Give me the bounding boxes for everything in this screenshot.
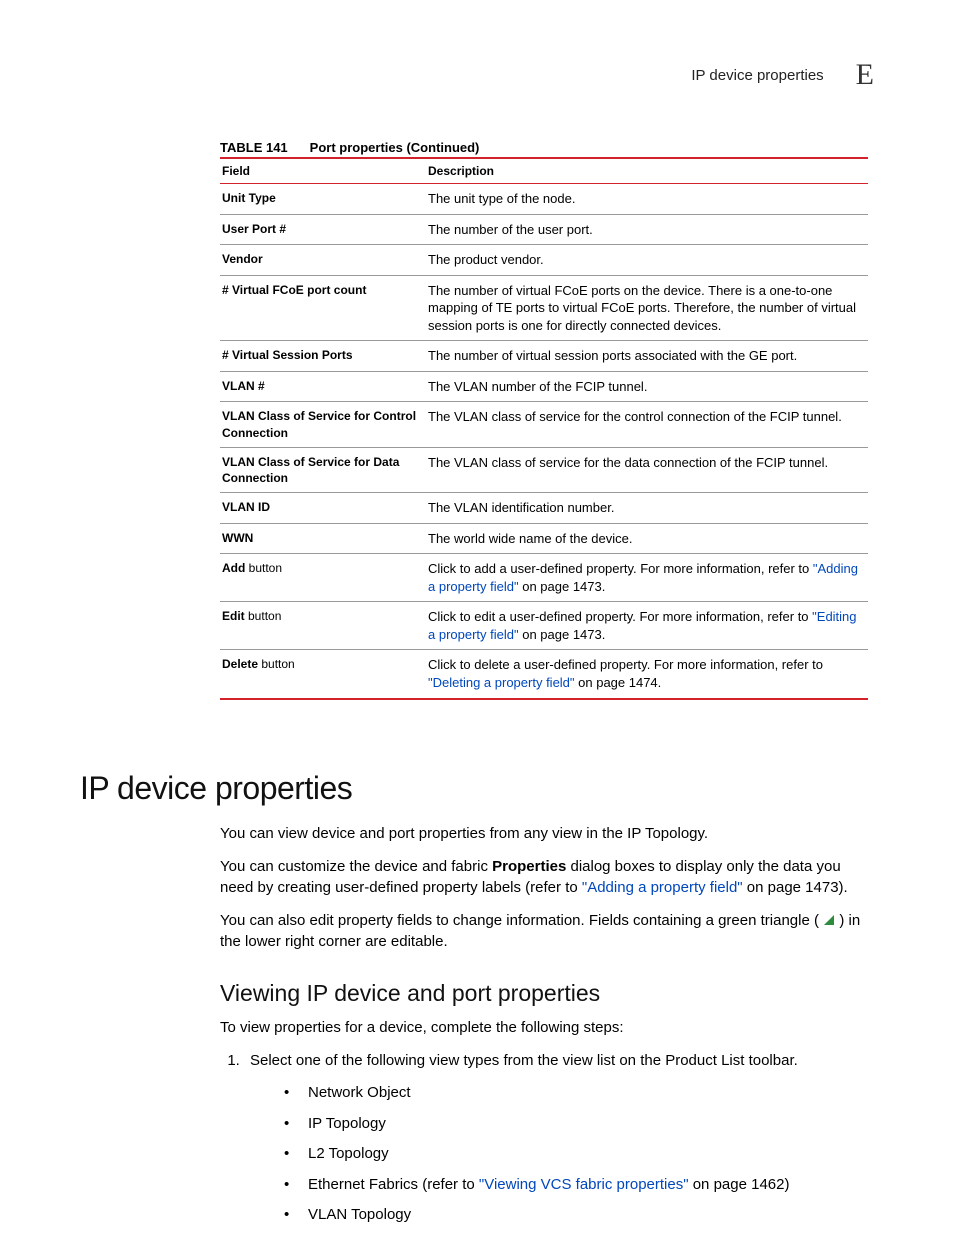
list-item: Network Object: [284, 1082, 874, 1105]
field-desc: The VLAN identification number.: [426, 493, 868, 524]
table-row: # Virtual FCoE port count The number of …: [220, 275, 868, 341]
field-desc: The number of virtual session ports asso…: [426, 341, 868, 372]
field-desc: The number of virtual FCoE ports on the …: [426, 275, 868, 341]
header-title: IP device properties: [691, 67, 823, 84]
view-types-list: Network Object IP Topology L2 Topology E…: [284, 1082, 874, 1227]
port-properties-table: Field Description Unit Type The unit typ…: [220, 157, 868, 700]
table-number: TABLE 141: [220, 140, 288, 155]
table-row: Delete button Click to delete a user-def…: [220, 650, 868, 699]
appendix-letter: E: [856, 58, 874, 92]
field-desc: The product vendor.: [426, 245, 868, 276]
steps-list: Select one of the following view types f…: [220, 1050, 874, 1227]
table-row: VLAN Class of Service for Data Connectio…: [220, 447, 868, 492]
table-row: VLAN ID The VLAN identification number.: [220, 493, 868, 524]
field-desc: The VLAN class of service for the data c…: [426, 447, 868, 492]
field-label: Add button: [220, 554, 426, 602]
field-label: Edit button: [220, 602, 426, 650]
table-row: VLAN Class of Service for Control Connec…: [220, 402, 868, 447]
field-label: Vendor: [220, 245, 426, 276]
body-paragraph: You can view device and port properties …: [220, 823, 874, 844]
list-item: L2 Topology: [284, 1143, 874, 1166]
table-row: Vendor The product vendor.: [220, 245, 868, 276]
field-desc: Click to edit a user-defined property. F…: [426, 602, 868, 650]
table-header-row: Field Description: [220, 158, 868, 184]
table-row: # Virtual Session Ports The number of vi…: [220, 341, 868, 372]
table-row: Add button Click to add a user-defined p…: [220, 554, 868, 602]
field-desc: The number of the user port.: [426, 214, 868, 245]
link-deleting-property[interactable]: "Deleting a property field": [428, 675, 575, 690]
field-desc: The world wide name of the device.: [426, 523, 868, 554]
col-description: Description: [426, 158, 868, 184]
field-label: VLAN #: [220, 371, 426, 402]
field-desc: The VLAN number of the FCIP tunnel.: [426, 371, 868, 402]
table-row: Unit Type The unit type of the node.: [220, 184, 868, 215]
field-desc: The VLAN class of service for the contro…: [426, 402, 868, 447]
table-row: Edit button Click to edit a user-defined…: [220, 602, 868, 650]
table-caption: TABLE 141 Port properties (Continued): [220, 140, 874, 155]
list-item: VLAN Topology: [284, 1204, 874, 1227]
body-paragraph: To view properties for a device, complet…: [220, 1017, 874, 1038]
link-vcs-fabric[interactable]: "Viewing VCS fabric properties": [479, 1176, 689, 1193]
field-label: VLAN Class of Service for Control Connec…: [220, 402, 426, 447]
body-paragraph: You can customize the device and fabric …: [220, 856, 874, 898]
field-label: Delete button: [220, 650, 426, 699]
list-item: Ethernet Fabrics (refer to "Viewing VCS …: [284, 1174, 874, 1197]
field-desc: The unit type of the node.: [426, 184, 868, 215]
col-field: Field: [220, 158, 426, 184]
page-header: IP device properties E: [80, 58, 874, 92]
table-row: WWN The world wide name of the device.: [220, 523, 868, 554]
field-desc: Click to add a user-defined property. Fo…: [426, 554, 868, 602]
link-adding-property[interactable]: "Adding a property field": [582, 879, 743, 896]
editable-triangle-icon: [824, 915, 834, 925]
list-item: IP Topology: [284, 1113, 874, 1136]
field-label: # Virtual Session Ports: [220, 341, 426, 372]
field-label: Unit Type: [220, 184, 426, 215]
subsection-heading: Viewing IP device and port properties: [220, 980, 874, 1007]
field-label: # Virtual FCoE port count: [220, 275, 426, 341]
field-label: VLAN ID: [220, 493, 426, 524]
field-label: WWN: [220, 523, 426, 554]
field-desc: Click to delete a user-defined property.…: [426, 650, 868, 699]
section-heading: IP device properties: [80, 770, 874, 807]
body-paragraph: You can also edit property fields to cha…: [220, 910, 874, 952]
step-item: Select one of the following view types f…: [244, 1050, 874, 1227]
table-row: VLAN # The VLAN number of the FCIP tunne…: [220, 371, 868, 402]
field-label: User Port #: [220, 214, 426, 245]
field-label: VLAN Class of Service for Data Connectio…: [220, 447, 426, 492]
table-row: User Port # The number of the user port.: [220, 214, 868, 245]
table-title: Port properties (Continued): [310, 140, 480, 155]
